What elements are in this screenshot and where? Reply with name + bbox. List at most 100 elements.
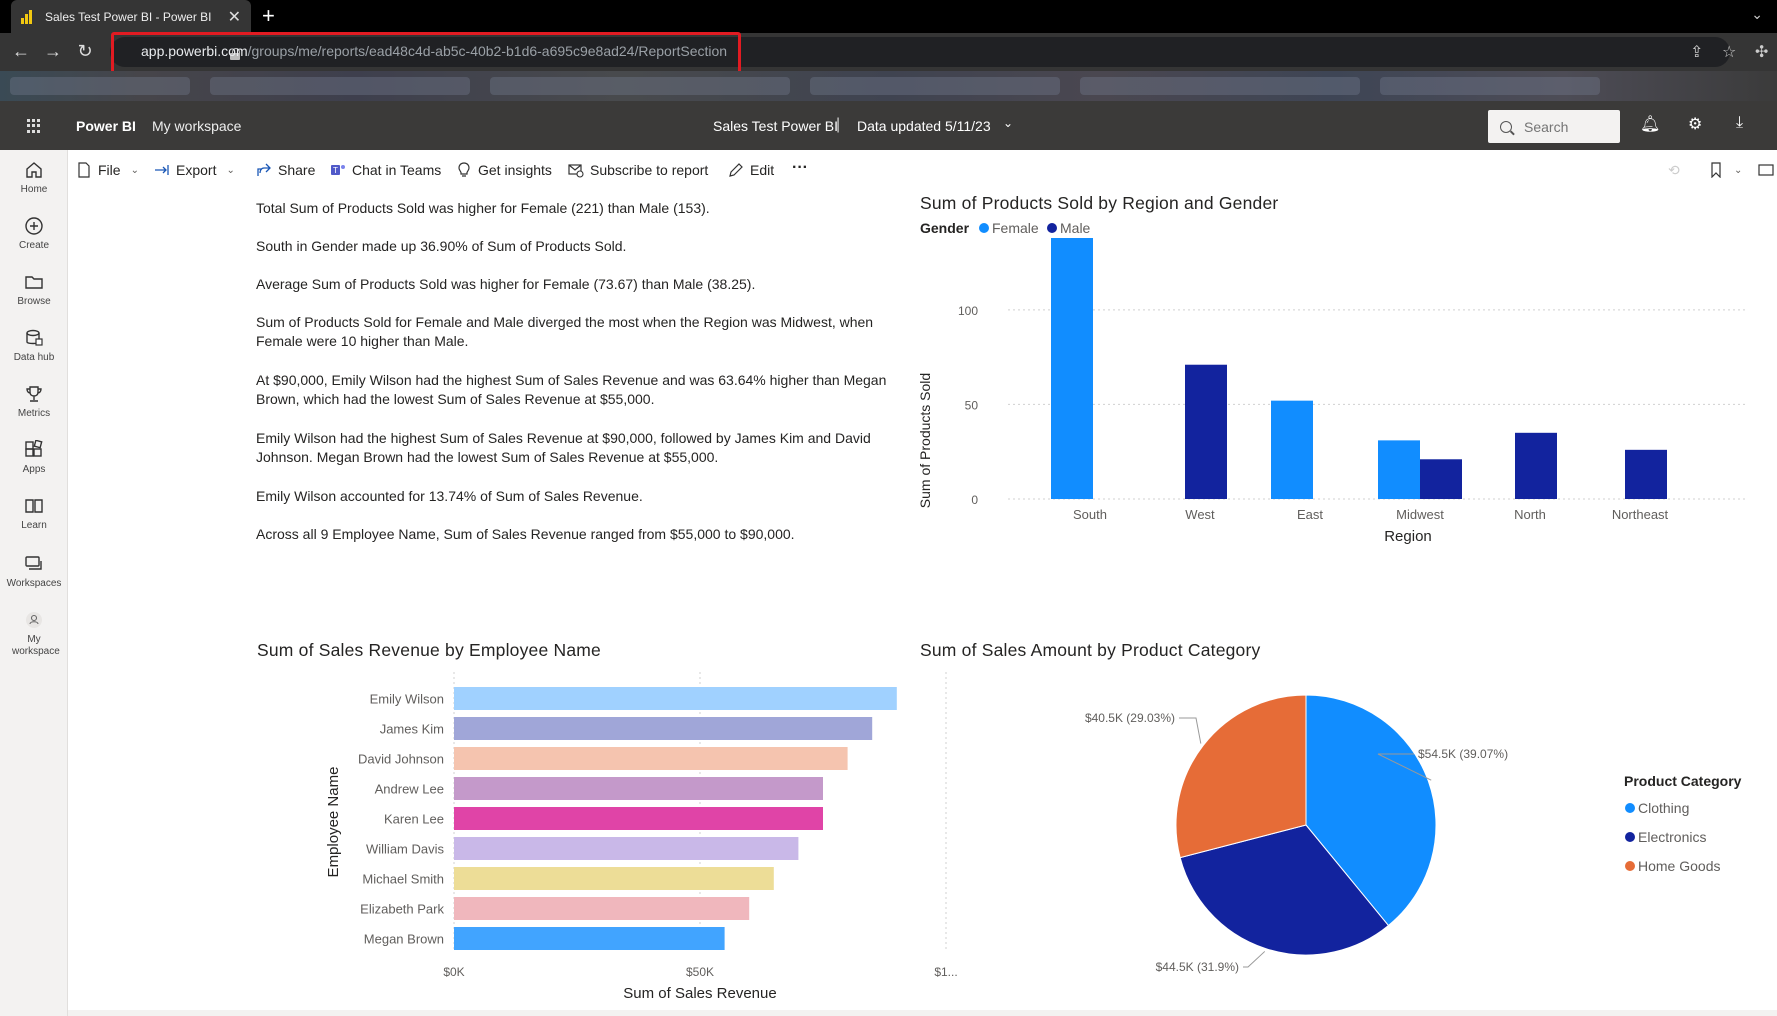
get-insights-label: Get insights bbox=[478, 162, 552, 178]
employee-label: Michael Smith bbox=[362, 872, 444, 887]
export-label: Export bbox=[176, 162, 217, 178]
share-button[interactable]: Share bbox=[256, 162, 315, 178]
legend-label-home-goods: Home Goods bbox=[1638, 858, 1720, 874]
nav-item-learn[interactable]: Learn bbox=[0, 496, 68, 532]
nav-label: My workspace bbox=[12, 634, 60, 657]
folder-icon bbox=[25, 276, 43, 289]
share-icon bbox=[257, 163, 271, 176]
share-page-icon[interactable]: ⇪ bbox=[1690, 42, 1703, 62]
search-input[interactable] bbox=[1524, 118, 1604, 135]
file-menu-button[interactable]: File ⌄ bbox=[76, 162, 139, 178]
bookmarks-bar bbox=[0, 71, 1777, 101]
trophy-icon bbox=[26, 386, 42, 402]
tab-close-icon[interactable]: ✕ bbox=[228, 7, 241, 27]
bar-northeast-male bbox=[1625, 449, 1667, 499]
search-icon bbox=[1500, 120, 1512, 133]
power-bi-brand[interactable]: Power BI bbox=[76, 118, 136, 134]
bookmark-icon[interactable]: ⌄ bbox=[1708, 162, 1742, 178]
data-label: $44.5K (31.9%) bbox=[1156, 960, 1239, 974]
employee-label: Karen Lee bbox=[384, 812, 444, 827]
file-label: File bbox=[98, 162, 121, 178]
more-options-button[interactable]: ··· bbox=[792, 159, 808, 177]
employee-label: David Johnson bbox=[358, 752, 444, 767]
nav-label: Data hub bbox=[13, 352, 55, 363]
narrative-line: Emily Wilson accounted for 13.74% of Sum… bbox=[256, 488, 643, 504]
nav-item-my-workspace[interactable]: My workspace bbox=[0, 610, 68, 658]
leader-line bbox=[1179, 717, 1202, 744]
nav-label: Learn bbox=[21, 520, 47, 531]
power-bi-logo-icon bbox=[21, 9, 35, 24]
browser-tab[interactable]: Sales Test Power BI - Power BI ✕ bbox=[11, 0, 251, 33]
back-arrow-icon[interactable]: ← bbox=[10, 41, 32, 62]
apps-icon bbox=[25, 440, 43, 457]
view-icon[interactable] bbox=[1758, 162, 1774, 178]
bookmark-star-icon[interactable]: ☆ bbox=[1722, 42, 1736, 62]
tab-search-chevron-icon[interactable]: ⌄ bbox=[1751, 6, 1763, 23]
nav-item-data-hub[interactable]: Data hub bbox=[0, 328, 68, 364]
nav-item-home[interactable]: Home bbox=[0, 160, 68, 196]
sales-by-category-chart[interactable]: $54.5K (39.07%) $44.5K (31.9%) $40.5K (29.… bbox=[908, 672, 1768, 1007]
legend-label-clothing: Clothing bbox=[1638, 800, 1689, 816]
legend-marker-home-goods bbox=[1625, 861, 1635, 871]
export-icon bbox=[155, 165, 169, 175]
bar-william-davis bbox=[454, 837, 799, 860]
data-label: $54.5K (39.07%) bbox=[1418, 747, 1508, 761]
new-tab-button[interactable]: + bbox=[262, 4, 275, 28]
y-tick-label: 50 bbox=[965, 398, 979, 412]
bar-east-female bbox=[1271, 400, 1313, 499]
search-box[interactable] bbox=[1488, 110, 1620, 143]
home-icon bbox=[26, 162, 42, 178]
reset-icon[interactable]: ⟲ bbox=[1668, 162, 1680, 179]
nav-item-browse[interactable]: Browse bbox=[0, 272, 68, 308]
nav-item-metrics[interactable]: Metrics bbox=[0, 384, 68, 420]
x-tick-label: South bbox=[1073, 507, 1107, 522]
leader-line bbox=[1243, 951, 1266, 968]
forward-arrow-icon[interactable]: → bbox=[42, 41, 64, 62]
bar-david-johnson bbox=[454, 747, 848, 770]
legend-title: Gender bbox=[920, 222, 970, 236]
column-chart-title: Sum of Products Sold by Region and Gende… bbox=[920, 193, 1279, 213]
revenue-by-employee-chart[interactable]: Emily Wilson James Kim David Johnson Andrew… bbox=[248, 672, 968, 1007]
x-tick-label: Northeast bbox=[1612, 507, 1669, 522]
extensions-icon[interactable]: ✣ bbox=[1755, 42, 1768, 62]
bar-elizabeth-park bbox=[454, 897, 750, 920]
chat-in-teams-button[interactable]: T Chat in Teams bbox=[330, 162, 441, 178]
narrative-line: At $90,000, Emily Wilson had the highest… bbox=[256, 372, 887, 407]
reload-icon[interactable]: ↻ bbox=[74, 41, 96, 62]
bar-james-kim bbox=[454, 717, 873, 740]
nav-item-create[interactable]: Create bbox=[0, 216, 68, 252]
export-menu-button[interactable]: Export ⌄ bbox=[154, 162, 235, 178]
products-by-region-chart[interactable]: Gender Female Male 0 50 100 Sum of Products So… bbox=[908, 222, 1768, 602]
book-icon bbox=[25, 499, 43, 513]
settings-gear-icon[interactable]: ⚙ bbox=[1688, 114, 1702, 134]
nav-item-apps[interactable]: Apps bbox=[0, 440, 68, 476]
chevron-down-icon[interactable]: ⌄ bbox=[1003, 116, 1013, 130]
narrative-line: South in Gender made up 36.90% of Sum of… bbox=[256, 238, 627, 254]
bar-west-male bbox=[1185, 364, 1227, 499]
pie-chart-title: Sum of Sales Amount by Product Category bbox=[920, 640, 1261, 660]
download-icon[interactable]: ⤓ bbox=[1736, 114, 1743, 132]
get-insights-button[interactable]: Get insights bbox=[456, 162, 552, 178]
report-toolbar: File ⌄ Export ⌄ Share T Chat in Teams Get … bbox=[68, 150, 1777, 192]
employee-label: Emily Wilson bbox=[370, 692, 444, 707]
legend-marker-electronics bbox=[1625, 832, 1635, 842]
bar-michael-smith bbox=[454, 867, 774, 890]
edit-button[interactable]: Edit bbox=[728, 162, 774, 178]
x-tick-label: North bbox=[1514, 507, 1546, 522]
x-axis-label: Region bbox=[1384, 528, 1432, 545]
nav-item-workspaces[interactable]: Workspaces bbox=[0, 554, 68, 590]
narrative-line: Across all 9 Employee Name, Sum of Sales… bbox=[256, 526, 795, 542]
subscribe-button[interactable]: Subscribe to report bbox=[568, 162, 708, 178]
nav-label: Create bbox=[18, 240, 49, 251]
notifications-bell-icon[interactable]: 🔔︎ bbox=[1640, 114, 1660, 134]
legend-title: Product Category bbox=[1624, 773, 1742, 789]
svg-text:T: T bbox=[333, 166, 338, 175]
data-updated-label[interactable]: Data updated 5/11/23 bbox=[857, 118, 991, 134]
y-tick-label: 0 bbox=[971, 493, 978, 507]
workspace-breadcrumb[interactable]: My workspace bbox=[152, 118, 241, 134]
view-shape bbox=[1758, 164, 1774, 176]
y-axis-label: Sum of Products Sold bbox=[917, 373, 933, 508]
x-axis-label: Sum of Sales Revenue bbox=[623, 985, 776, 1002]
app-launcher-icon[interactable] bbox=[27, 119, 41, 133]
bar-midwest-male bbox=[1420, 459, 1462, 499]
